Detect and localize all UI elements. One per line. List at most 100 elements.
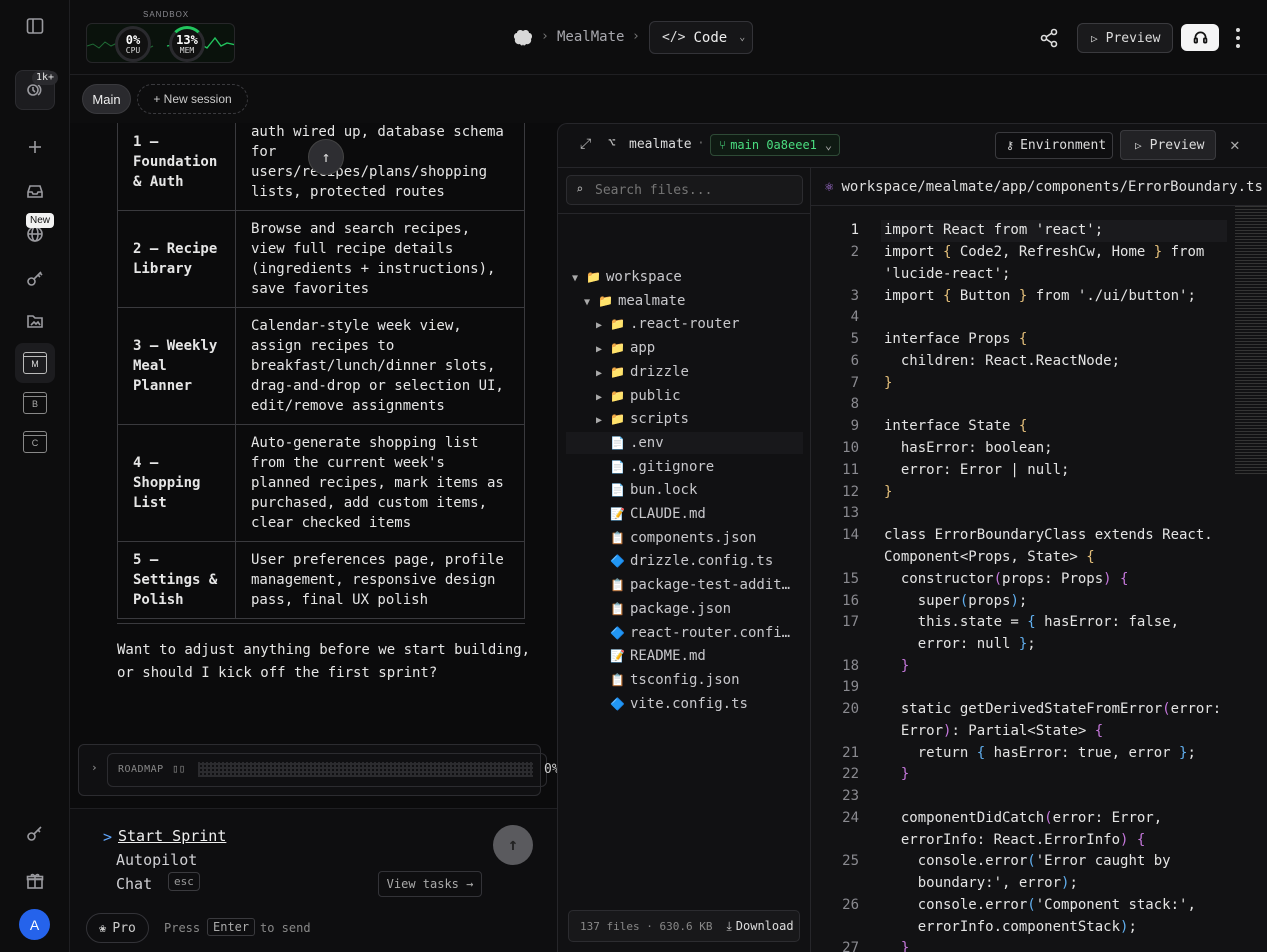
tree-item-package-test-addit[interactable]: 📋 package-test-addit… bbox=[566, 574, 803, 596]
tree-item-workspace[interactable]: ▼ 📁 workspace bbox=[566, 266, 803, 288]
branch-selector[interactable]: ⑂ main 0a8eee1 ⌄ bbox=[710, 134, 840, 156]
tree-item-claude-md[interactable]: 📝 CLAUDE.md bbox=[566, 503, 803, 525]
arrow-up-icon: ↑ bbox=[321, 148, 331, 166]
expand-icon[interactable]: ⤢ bbox=[580, 136, 591, 152]
composer: > Start Sprint Autopilot Chat esc View t… bbox=[70, 808, 557, 952]
mem-gauge: 13% MEM bbox=[169, 26, 205, 62]
editor-tab[interactable]: ⚛ workspace/mealmate/app/components/Erro… bbox=[811, 168, 1267, 206]
roadmap-label: ROADMAP bbox=[118, 764, 164, 775]
mode-label: Code bbox=[693, 29, 728, 46]
search-files-box[interactable]: ⌕ bbox=[566, 175, 803, 205]
ide-panel: ⤢ ⌥ mealmate · ⑂ main 0a8eee1 ⌄ ⚷ Enviro… bbox=[557, 123, 1267, 952]
tree-item-drizzle-config-ts[interactable]: 🔷 drizzle.config.ts bbox=[566, 550, 803, 572]
tree-item-react-router[interactable]: ▶ 📁 .react-router bbox=[566, 313, 803, 335]
scroll-up-button[interactable]: ↑ bbox=[308, 139, 344, 175]
folder-icon: 📁 bbox=[610, 388, 625, 403]
tree-item-bun-lock[interactable]: 📄 bun.lock bbox=[566, 479, 803, 501]
option-autopilot[interactable]: Autopilot bbox=[116, 851, 197, 869]
activity-button[interactable]: 1k+ bbox=[15, 70, 59, 110]
project-tile-m[interactable]: M bbox=[15, 343, 55, 383]
desc-cell: Auto-generate shopping list from the cur… bbox=[235, 424, 525, 542]
option-start-sprint[interactable]: Start Sprint bbox=[118, 827, 226, 845]
tree-item-tsconfig-json[interactable]: 📋 tsconfig.json bbox=[566, 669, 803, 691]
tree-item-env[interactable]: 📄 .env bbox=[566, 431, 803, 454]
line-number: 16 bbox=[842, 593, 859, 609]
mem-label: MEM bbox=[179, 45, 195, 55]
code-editor: ⚛ workspace/mealmate/app/components/Erro… bbox=[811, 168, 1267, 952]
table-row: 2 — Recipe Library Browse and search rec… bbox=[117, 210, 525, 308]
chevron-down-icon: ▼ bbox=[572, 273, 579, 284]
tree-item-label: bun.lock bbox=[629, 482, 698, 499]
breadcrumb-project[interactable]: MealMate bbox=[557, 29, 624, 45]
header-preview-button[interactable]: ▷ Preview bbox=[1077, 23, 1173, 53]
key-icon[interactable] bbox=[15, 258, 55, 298]
table-row: 4 — Shopping List Auto-generate shopping… bbox=[117, 424, 525, 542]
chevron-right-icon[interactable]: › bbox=[91, 761, 98, 774]
support-button[interactable] bbox=[1181, 24, 1219, 51]
minimap[interactable] bbox=[1235, 206, 1267, 476]
inbox-icon[interactable] bbox=[15, 171, 55, 211]
tree-item-readme-md[interactable]: 📝 README.md bbox=[566, 645, 803, 667]
folder-icon: 📁 bbox=[610, 412, 625, 427]
line-number: 4 bbox=[850, 309, 859, 325]
tree-item-components-json[interactable]: 📋 components.json bbox=[566, 527, 803, 549]
tab-main[interactable]: Main bbox=[82, 84, 131, 114]
project-tile-b[interactable]: B bbox=[15, 383, 55, 423]
more-menu-icon[interactable] bbox=[1230, 26, 1246, 50]
environment-button[interactable]: ⚷ Environment bbox=[995, 132, 1113, 159]
tree-item-react-router-confi[interactable]: 🔷 react-router.confi… bbox=[566, 622, 803, 644]
download-icon[interactable]: ⤓ bbox=[726, 919, 731, 934]
chevron-down-icon: ⌄ bbox=[739, 32, 746, 43]
tree-item-label: public bbox=[629, 387, 681, 404]
line-number: 24 bbox=[842, 810, 859, 826]
file-count-info: 137 files · 630.6 KB bbox=[580, 919, 713, 933]
tree-item-vite-config-ts[interactable]: 🔷 vite.config.ts bbox=[566, 693, 803, 715]
pro-model-button[interactable]: ❀ Pro bbox=[86, 913, 149, 943]
tree-item-label: drizzle bbox=[629, 363, 689, 380]
map-icon: ▯▯ bbox=[172, 762, 186, 775]
search-input[interactable] bbox=[595, 181, 795, 199]
tree-item-label: mealmate bbox=[617, 292, 686, 309]
phase-cell: 4 — Shopping List bbox=[117, 424, 236, 542]
top-header: SANDBOX 0% CPU 13% MEM › MealMate › </> … bbox=[70, 0, 1267, 75]
tree-item-gitignore[interactable]: 📄 .gitignore bbox=[566, 456, 803, 478]
tree-item-mealmate[interactable]: ▼ 📁 mealmate bbox=[566, 290, 803, 312]
share-icon[interactable] bbox=[1038, 27, 1060, 49]
line-number: 15 bbox=[842, 571, 859, 587]
project-tile-c[interactable]: C bbox=[15, 422, 55, 462]
line-number: 2 bbox=[850, 244, 859, 260]
image-folder-icon[interactable] bbox=[15, 301, 55, 341]
line-number: 18 bbox=[842, 658, 859, 674]
desc-cell: auth wired up, database schema for users… bbox=[235, 123, 525, 211]
new-session-button[interactable]: + New session bbox=[137, 84, 248, 114]
avatar[interactable]: A bbox=[19, 909, 50, 940]
add-icon[interactable] bbox=[15, 127, 55, 167]
line-number: 25 bbox=[842, 853, 859, 869]
download-button[interactable]: Download bbox=[736, 919, 794, 933]
brain-icon: ❀ bbox=[99, 921, 107, 935]
tree-item-drizzle[interactable]: ▶ 📁 drizzle bbox=[566, 361, 803, 383]
tree-item-public[interactable]: ▶ 📁 public bbox=[566, 385, 803, 407]
typescript-file-icon: 🔷 bbox=[610, 625, 625, 640]
ide-preview-button[interactable]: ▷ Preview bbox=[1120, 130, 1216, 160]
send-button[interactable]: ↑ bbox=[493, 825, 533, 865]
close-icon[interactable]: ✕ bbox=[1230, 135, 1240, 154]
line-number: 10 bbox=[842, 440, 859, 456]
mode-dropdown[interactable]: </> Code ⌄ bbox=[649, 21, 753, 54]
tree-item-app[interactable]: ▶ 📁 app bbox=[566, 337, 803, 359]
api-key-icon[interactable] bbox=[15, 813, 55, 853]
breadcrumb-separator-icon: › bbox=[541, 29, 549, 44]
cpu-label: CPU bbox=[125, 45, 141, 55]
option-chat[interactable]: Chat bbox=[116, 875, 152, 893]
line-number: 23 bbox=[842, 788, 859, 804]
toggle-sidebar-icon[interactable] bbox=[15, 6, 55, 46]
line-number: 7 bbox=[850, 375, 859, 391]
esc-key-hint: esc bbox=[168, 872, 200, 891]
gift-icon[interactable] bbox=[15, 861, 55, 901]
line-number: 8 bbox=[850, 396, 859, 412]
tree-item-package-json[interactable]: 📋 package.json bbox=[566, 598, 803, 620]
roadmap-progress-track bbox=[198, 762, 533, 777]
view-tasks-button[interactable]: View tasks → bbox=[378, 871, 482, 897]
tree-item-scripts[interactable]: ▶ 📁 scripts bbox=[566, 408, 803, 430]
roadmap-bar: › ROADMAP ▯▯ 0% bbox=[78, 744, 557, 796]
